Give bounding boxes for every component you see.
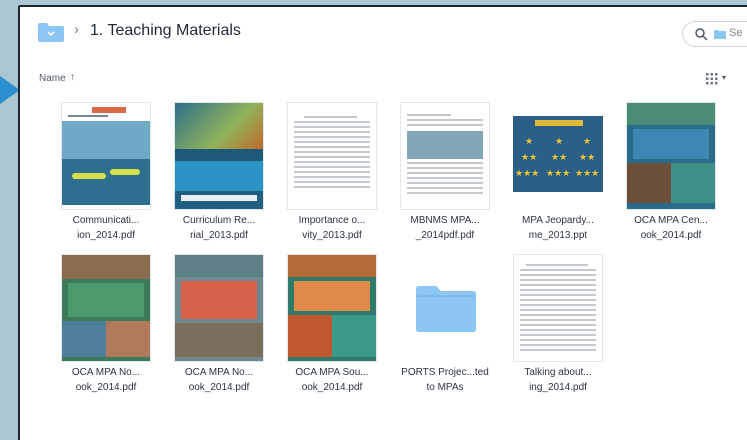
- sort-by-name-button[interactable]: Name: [39, 73, 66, 84]
- grid-view-icon[interactable]: [706, 73, 718, 85]
- file-name-line1: Curriculum Re...: [182, 215, 256, 226]
- pointer-arrow-icon: [0, 76, 20, 104]
- file-thumbnail: [61, 102, 151, 210]
- view-options-caret-icon[interactable]: ▾: [722, 73, 726, 82]
- sort-bar: Name ↑ ▾: [20, 71, 747, 91]
- file-name-line1: OCA MPA Sou...: [295, 367, 369, 378]
- file-name-line2: ion_2014.pdf: [77, 230, 135, 241]
- page-title: 1. Teaching Materials: [90, 22, 241, 39]
- search-icon: [695, 28, 708, 41]
- file-name-line1: OCA MPA No...: [71, 367, 141, 378]
- file-name-line1: PORTS Projec...ted: [401, 367, 489, 378]
- file-tile[interactable]: Communicati... ion_2014.pdf: [47, 102, 165, 252]
- file-thumbnail: [61, 254, 151, 362]
- file-tile[interactable]: Talking about... ing_2014.pdf: [499, 254, 617, 404]
- file-name-line2: ook_2014.pdf: [188, 382, 250, 393]
- file-thumbnail: [513, 254, 603, 362]
- file-name-line2: ook_2014.pdf: [75, 382, 137, 393]
- search-placeholder: Se: [729, 27, 743, 39]
- file-thumbnail: [174, 254, 264, 362]
- file-name-line1: OCA MPA Cen...: [634, 215, 708, 226]
- search-input[interactable]: Se: [682, 21, 747, 47]
- file-thumbnail: [287, 254, 377, 362]
- file-name-line2: _2014pdf.pdf: [415, 230, 475, 241]
- file-tile[interactable]: Curriculum Re... rial_2013.pdf: [160, 102, 278, 252]
- search-scope-folder-icon: [714, 30, 726, 39]
- file-thumbnail: [174, 102, 264, 210]
- sort-ascending-icon[interactable]: ↑: [70, 72, 75, 83]
- file-name-line1: Communicati...: [72, 215, 140, 226]
- file-name-line1: MPA Jeopardy...: [522, 215, 594, 226]
- file-tile[interactable]: OCA MPA Cen... ook_2014.pdf: [612, 102, 730, 252]
- folder-tile[interactable]: PORTS Projec...ted to MPAs: [386, 254, 504, 404]
- file-name-line1: Importance o...: [298, 215, 366, 226]
- file-name-line2: rial_2013.pdf: [190, 230, 248, 241]
- file-thumbnail: [400, 102, 490, 210]
- file-name-line1: MBNMS MPA...: [410, 215, 480, 226]
- file-name-line1: OCA MPA No...: [184, 367, 254, 378]
- file-name-line1: Talking about...: [524, 367, 592, 378]
- file-tile[interactable]: OCA MPA No... ook_2014.pdf: [47, 254, 165, 404]
- file-name-line2: ook_2014.pdf: [301, 382, 363, 393]
- file-name-line2: me_2013.ppt: [528, 230, 588, 241]
- file-tile[interactable]: OCA MPA No... ook_2014.pdf: [160, 254, 278, 404]
- file-thumbnail: ★ ★ ★ ★★ ★★ ★★ ★★★ ★★★ ★★★: [513, 102, 603, 210]
- file-tile[interactable]: OCA MPA Sou... ook_2014.pdf: [273, 254, 391, 404]
- folder-icon: [416, 286, 476, 332]
- file-name-line2: ook_2014.pdf: [640, 230, 702, 241]
- header-bar: › 1. Teaching Materials Se: [20, 7, 747, 59]
- file-name-line2: vity_2013.pdf: [302, 230, 362, 241]
- folder-icon[interactable]: [38, 22, 64, 42]
- file-browser-window: › 1. Teaching Materials Se Name ↑ ▾ Comm…: [18, 5, 747, 440]
- breadcrumb-chevron-icon: ›: [74, 21, 79, 38]
- file-name-line2: ing_2014.pdf: [529, 382, 587, 393]
- file-thumbnail: [287, 102, 377, 210]
- file-tile[interactable]: Importance o... vity_2013.pdf: [273, 102, 391, 252]
- file-tile[interactable]: MBNMS MPA... _2014pdf.pdf: [386, 102, 504, 252]
- file-thumbnail: [626, 102, 716, 210]
- file-tile[interactable]: ★ ★ ★ ★★ ★★ ★★ ★★★ ★★★ ★★★ MPA Jeopardy.…: [499, 102, 617, 252]
- file-name-line2: to MPAs: [426, 382, 464, 393]
